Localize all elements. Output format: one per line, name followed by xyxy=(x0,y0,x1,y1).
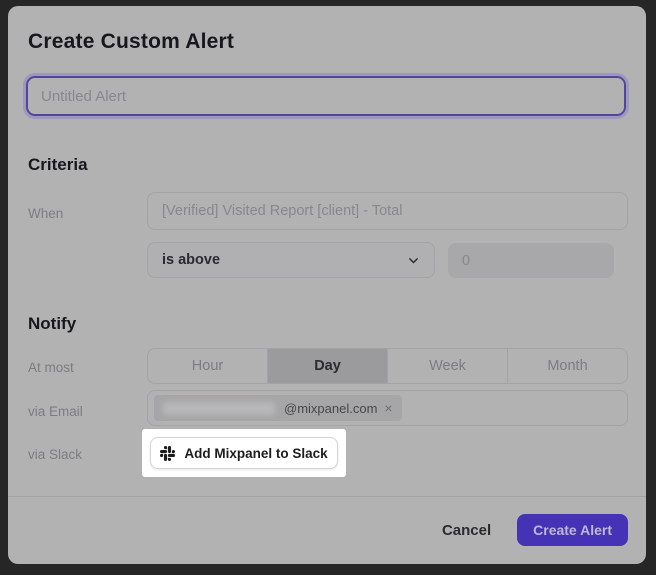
frequency-segmented-control: Hour Day Week Month xyxy=(147,348,628,384)
remove-email-icon[interactable]: × xyxy=(384,401,392,415)
notify-heading: Notify xyxy=(28,314,76,334)
create-alert-button[interactable]: Create Alert xyxy=(517,514,628,546)
footer-actions: Cancel Create Alert xyxy=(442,514,628,546)
email-recipients-input[interactable]: @mixpanel.com × xyxy=(147,390,628,426)
operator-value: is above xyxy=(162,252,220,268)
via-slack-label: via Slack xyxy=(28,447,82,462)
email-chip: @mixpanel.com × xyxy=(154,395,402,421)
slack-button-label: Add Mixpanel to Slack xyxy=(184,446,327,461)
event-input[interactable] xyxy=(147,192,628,230)
when-label: When xyxy=(28,206,63,221)
cancel-button[interactable]: Cancel xyxy=(442,522,491,539)
threshold-input[interactable] xyxy=(448,243,614,278)
add-mixpanel-to-slack-button[interactable]: Add Mixpanel to Slack xyxy=(150,437,338,469)
chevron-down-icon xyxy=(407,254,420,267)
footer-divider xyxy=(8,496,646,497)
create-custom-alert-dialog: Create Custom Alert Criteria When is abo… xyxy=(8,6,646,564)
redacted-email-username xyxy=(163,402,275,415)
frequency-option-week[interactable]: Week xyxy=(387,349,507,383)
via-email-label: via Email xyxy=(28,404,83,419)
frequency-option-month[interactable]: Month xyxy=(507,349,627,383)
dialog-title: Create Custom Alert xyxy=(28,30,234,54)
frequency-option-day[interactable]: Day xyxy=(267,349,387,383)
at-most-label: At most xyxy=(28,360,74,375)
spotlight-highlight: Add Mixpanel to Slack xyxy=(142,429,346,477)
alert-name-input[interactable] xyxy=(26,76,626,116)
frequency-option-hour[interactable]: Hour xyxy=(148,349,267,383)
email-domain-text: @mixpanel.com xyxy=(284,401,377,416)
operator-select[interactable]: is above xyxy=(147,242,435,278)
slack-icon xyxy=(160,446,175,461)
criteria-heading: Criteria xyxy=(28,155,88,175)
